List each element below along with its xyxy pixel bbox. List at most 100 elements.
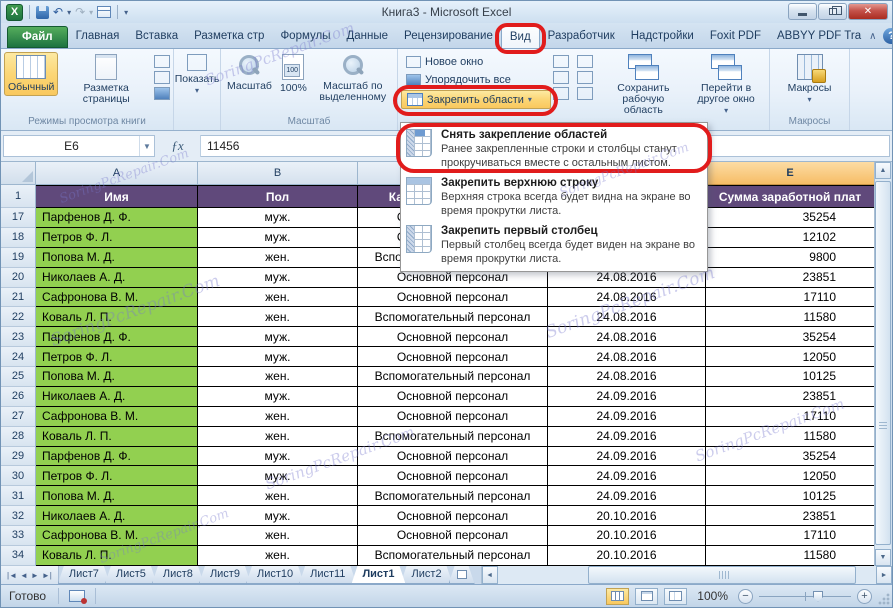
row-header[interactable]: 31 (1, 486, 36, 506)
cell-category[interactable]: Вспомогательный персонал (358, 546, 548, 566)
cell-sum[interactable]: 10125 (706, 486, 875, 506)
scroll-up-icon[interactable]: ▲ (875, 162, 891, 179)
cell-category[interactable]: Основной персонал (358, 387, 548, 407)
cell-date[interactable]: 24.08.2016 (548, 307, 706, 327)
horizontal-scrollbar[interactable]: ◄ ► (481, 566, 892, 584)
row-header[interactable]: 22 (1, 307, 36, 327)
zoom-level[interactable]: 100% (697, 589, 728, 603)
ribbon-tab[interactable]: ABBYY PDF Tra (769, 26, 869, 48)
view-side-by-side-icon[interactable] (577, 55, 593, 68)
cell-name[interactable]: Николаев А. Д. (36, 506, 198, 526)
collapse-ribbon-icon[interactable]: ∧ (869, 31, 876, 42)
zoom-out-icon[interactable]: − (738, 589, 753, 604)
scroll-left-icon[interactable]: ◄ (482, 566, 498, 584)
cell-date[interactable]: 24.09.2016 (548, 447, 706, 467)
row-header[interactable]: 29 (1, 447, 36, 467)
row-header[interactable]: 17 (1, 208, 36, 228)
ribbon-tab[interactable]: Foxit PDF (702, 26, 769, 48)
macro-record-icon[interactable] (69, 590, 85, 602)
zoom-slider[interactable] (759, 589, 851, 604)
cell-name[interactable]: Коваль Л. П. (36, 307, 198, 327)
cell-gender[interactable]: жен. (198, 526, 358, 546)
cell-date[interactable]: 24.09.2016 (548, 427, 706, 447)
row-header[interactable]: 33 (1, 526, 36, 546)
cell-date[interactable]: 24.08.2016 (548, 327, 706, 347)
status-page-break-button[interactable] (664, 588, 687, 605)
cell-sum[interactable]: 10125 (706, 367, 875, 387)
row-header[interactable]: 32 (1, 506, 36, 526)
cell-gender[interactable]: муж. (198, 347, 358, 367)
horizontal-scrollbar-thumb[interactable] (588, 566, 856, 584)
cell-gender[interactable]: жен. (198, 486, 358, 506)
cell-sum[interactable]: 17110 (706, 407, 875, 427)
cell-category[interactable]: Вспомогательный персонал (358, 427, 548, 447)
cell-sum[interactable]: 23851 (706, 387, 875, 407)
cell-name[interactable]: Коваль Л. П. (36, 546, 198, 566)
zoom-100-button[interactable]: 100% (277, 52, 310, 96)
sheet-tab[interactable]: Лист5 (105, 566, 157, 584)
custom-views-icon[interactable] (154, 71, 170, 84)
scroll-right-icon[interactable]: ► (876, 566, 892, 584)
cell-name[interactable]: Николаев А. Д. (36, 268, 198, 288)
cell-gender[interactable]: жен. (198, 307, 358, 327)
cell-sum[interactable]: 17110 (706, 288, 875, 308)
cell-category[interactable]: Основной персонал (358, 347, 548, 367)
cell-gender[interactable]: муж. (198, 466, 358, 486)
menu-item[interactable]: Закрепить первый столбец Первый столбец … (401, 221, 707, 269)
minimize-button[interactable] (788, 3, 817, 20)
cell-gender[interactable]: жен. (198, 407, 358, 427)
cell-sum[interactable]: 23851 (706, 506, 875, 526)
cell-category[interactable]: Основной персонал (358, 447, 548, 467)
cell-date[interactable]: 24.08.2016 (548, 367, 706, 387)
cell-date[interactable]: 24.09.2016 (548, 387, 706, 407)
cell-sum[interactable]: 23851 (706, 268, 875, 288)
sheet-tab[interactable]: Лист2 (401, 566, 453, 584)
save-workspace-button[interactable]: Сохранить рабочую область (603, 52, 685, 118)
status-page-layout-button[interactable] (635, 588, 658, 605)
sheet-tab[interactable]: Лист11 (299, 566, 356, 584)
ribbon-tab[interactable]: Разметка стр (186, 26, 272, 48)
cell-gender[interactable]: жен. (198, 288, 358, 308)
previous-sheet-icon[interactable]: ◄ (20, 571, 28, 580)
vertical-scrollbar-thumb[interactable] (875, 181, 891, 545)
reset-window-position-icon[interactable] (577, 87, 593, 100)
name-box[interactable]: E6 ▼ (3, 135, 155, 157)
cell-name[interactable]: Петров Ф. Л. (36, 347, 198, 367)
page-layout-button[interactable]: Разметка страницы (60, 52, 152, 107)
row-header[interactable]: 21 (1, 288, 36, 308)
cell-name[interactable]: Парфенов Д. Ф. (36, 447, 198, 467)
last-sheet-icon[interactable]: ►| (42, 571, 52, 580)
switch-windows-button[interactable]: Перейти в другое окно ▾ (686, 52, 766, 118)
horizontal-scroll-track[interactable] (498, 566, 876, 584)
page-break-preview-icon[interactable] (154, 55, 170, 68)
zoom-in-icon[interactable]: + (857, 589, 872, 604)
hide-window-icon[interactable] (553, 71, 569, 84)
ribbon-tab[interactable]: Разработчик (540, 26, 623, 48)
unhide-window-icon[interactable] (553, 87, 569, 100)
row-header[interactable]: 24 (1, 347, 36, 367)
cell-category[interactable]: Основной персонал (358, 327, 548, 347)
cell-sum[interactable]: 12050 (706, 466, 875, 486)
cell-sum[interactable]: 11580 (706, 546, 875, 566)
header-cell-gender[interactable]: Пол (198, 185, 358, 208)
arrange-all-button[interactable]: Упорядочить все (401, 72, 551, 88)
cell-sum[interactable]: 12102 (706, 228, 875, 248)
new-window-button[interactable]: Новое окно (401, 54, 551, 70)
cell-name[interactable]: Коваль Л. П. (36, 427, 198, 447)
ribbon-tab[interactable]: Надстройки (623, 26, 702, 48)
row-header[interactable]: 30 (1, 466, 36, 486)
cell-name[interactable]: Сафронова В. М. (36, 526, 198, 546)
next-sheet-icon[interactable]: ► (31, 571, 39, 580)
ribbon-tab[interactable]: Рецензирование (396, 26, 501, 48)
cell-name[interactable]: Парфенов Д. Ф. (36, 208, 198, 228)
cell-category[interactable]: Вспомогательный персонал (358, 367, 548, 387)
cell-name[interactable]: Парфенов Д. Ф. (36, 327, 198, 347)
scroll-down-icon[interactable]: ▼ (875, 549, 891, 566)
ribbon-tab[interactable]: Вставка (127, 26, 186, 48)
column-header-e[interactable]: E (706, 162, 875, 185)
menu-item[interactable]: Закрепить верхнюю строку Верхняя строка … (401, 173, 707, 221)
restore-button[interactable] (818, 3, 847, 20)
row-header[interactable]: 34 (1, 546, 36, 566)
cell-name[interactable]: Попова М. Д. (36, 367, 198, 387)
cell-category[interactable]: Вспомогательный персонал (358, 307, 548, 327)
